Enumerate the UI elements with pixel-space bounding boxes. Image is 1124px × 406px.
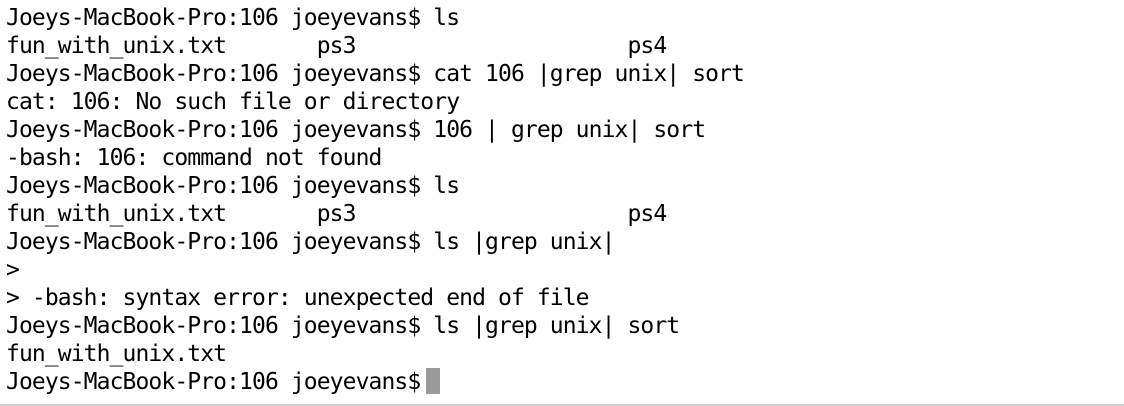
terminal-line: > bbox=[6, 257, 20, 283]
text-cursor bbox=[426, 367, 441, 394]
terminal-line: > -bash: syntax error: unexpected end of… bbox=[6, 285, 590, 311]
terminal-line: Joeys-MacBook-Pro:106 joeyevans$ ls |gre… bbox=[6, 313, 680, 339]
shell-prompt: Joeys-MacBook-Pro:106 joeyevans$ bbox=[6, 369, 421, 395]
terminal-line: cat: 106: No such file or directory bbox=[6, 89, 460, 115]
terminal-window[interactable]: Joeys-MacBook-Pro:106 joeyevans$ ls fun_… bbox=[0, 0, 1124, 406]
prompt-line[interactable]: Joeys-MacBook-Pro:106 joeyevans$ bbox=[6, 367, 1124, 396]
terminal-line: -bash: 106: command not found bbox=[6, 145, 382, 171]
terminal-line: fun_with_unix.txt ps3 ps4 bbox=[6, 33, 667, 59]
terminal-line: fun_with_unix.txt ps3 ps4 bbox=[6, 201, 667, 227]
terminal-line: Joeys-MacBook-Pro:106 joeyevans$ ls |gre… bbox=[6, 229, 615, 255]
terminal-line: Joeys-MacBook-Pro:106 joeyevans$ ls bbox=[6, 173, 460, 199]
terminal-line: Joeys-MacBook-Pro:106 joeyevans$ cat 106… bbox=[6, 61, 745, 87]
terminal-line: Joeys-MacBook-Pro:106 joeyevans$ ls bbox=[6, 5, 460, 31]
terminal-line: Joeys-MacBook-Pro:106 joeyevans$ 106 | g… bbox=[6, 117, 706, 143]
terminal-line: fun_with_unix.txt bbox=[6, 341, 227, 367]
